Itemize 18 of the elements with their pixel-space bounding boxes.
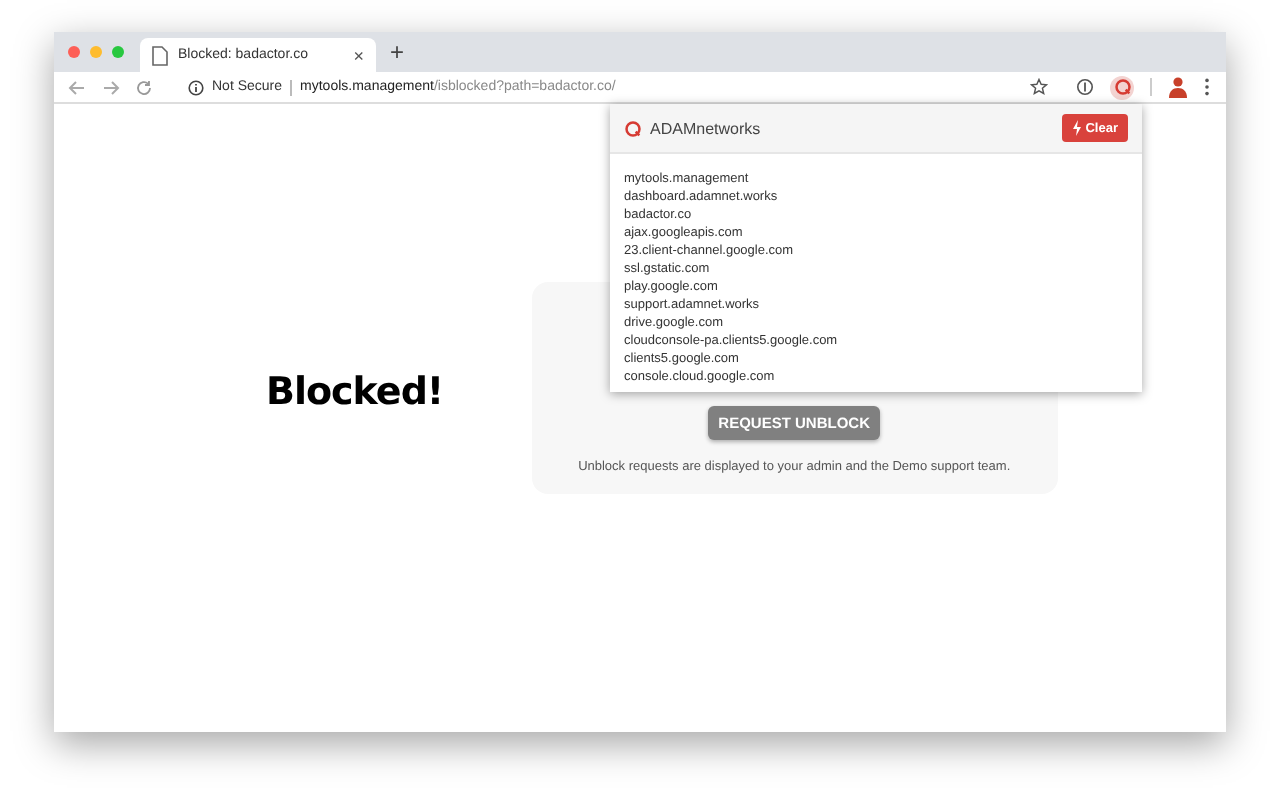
logo-icon	[624, 119, 642, 137]
extension-button[interactable]	[1110, 75, 1134, 99]
reload-icon[interactable]	[136, 79, 152, 95]
maximize-window-button[interactable]	[112, 46, 124, 58]
popup-title: ADAMnetworks	[650, 119, 761, 137]
new-tab-button[interactable]: +	[376, 38, 419, 72]
lightning-icon	[1071, 120, 1082, 136]
blocked-heading: Blocked!	[266, 370, 444, 414]
close-window-button[interactable]	[68, 46, 80, 58]
forward-icon[interactable]	[102, 79, 120, 95]
star-icon[interactable]	[1030, 78, 1048, 96]
extension-icon[interactable]	[1076, 78, 1094, 96]
close-tab-button[interactable]: ×	[353, 45, 364, 65]
profile-icon[interactable]	[1168, 76, 1188, 98]
back-icon[interactable]	[68, 79, 86, 95]
info-icon	[188, 79, 204, 95]
page-icon	[152, 45, 168, 65]
menu-icon[interactable]	[1204, 78, 1210, 96]
